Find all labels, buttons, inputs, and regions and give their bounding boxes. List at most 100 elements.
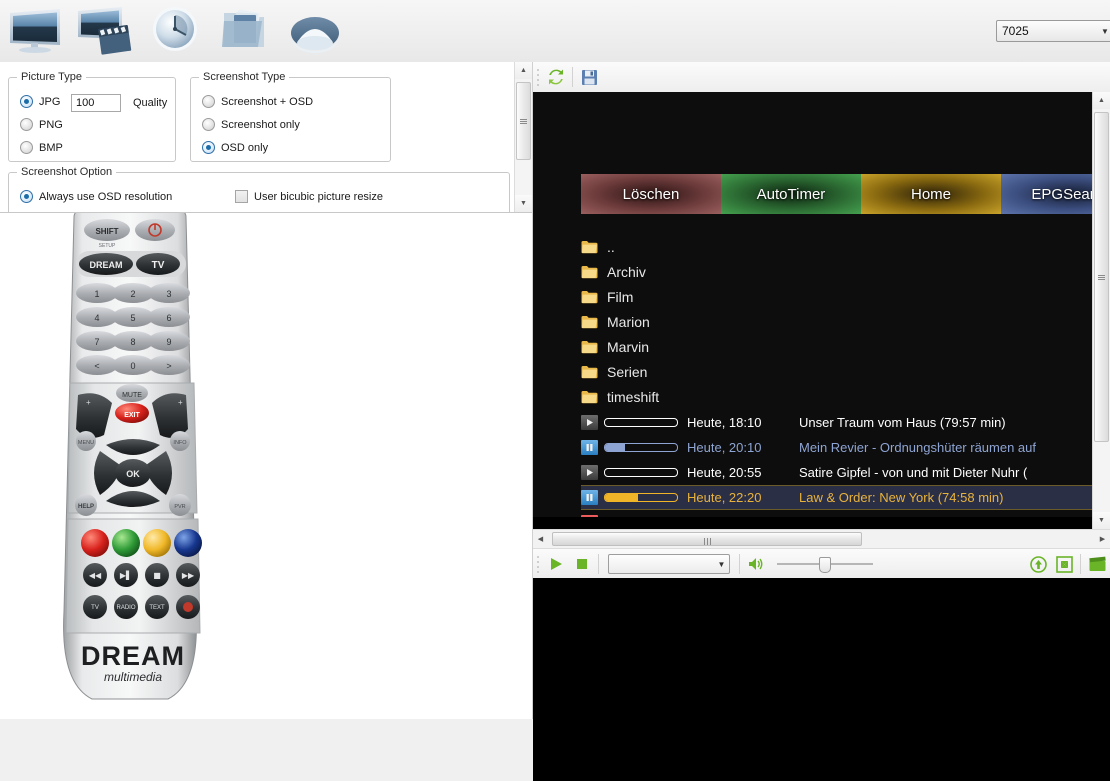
radio-jpg[interactable]: JPG xyxy=(20,95,60,108)
quality-input[interactable] xyxy=(71,94,121,112)
timer-title: Mein Revier - Ordnungshüter räumen auf xyxy=(799,440,1037,455)
scroll-up-arrow[interactable]: ▲ xyxy=(515,62,532,79)
satellite-dome-icon[interactable] xyxy=(284,3,346,59)
svg-text:HELP: HELP xyxy=(78,504,94,510)
radio-screenshot-only[interactable]: Screenshot only xyxy=(202,118,300,131)
folder-files-icon[interactable] xyxy=(214,3,276,59)
folder-icon xyxy=(581,390,598,403)
radio-png[interactable]: PNG xyxy=(20,118,63,131)
osd-folder-row[interactable]: timeshift xyxy=(581,384,1093,409)
osd-folder-row[interactable]: Serien xyxy=(581,359,1093,384)
svg-text:9: 9 xyxy=(166,337,171,347)
picture-type-group: Picture Type JPG Quality PNG BMP xyxy=(8,71,176,162)
radio-bmp-label: BMP xyxy=(39,141,63,154)
tv-icon[interactable] xyxy=(4,3,66,59)
volume-slider[interactable] xyxy=(777,554,873,574)
radio-always-osd-resolution[interactable]: Always use OSD resolution xyxy=(20,190,172,203)
osd-hscrollbar-thumb[interactable] xyxy=(552,532,862,546)
osd-button-home[interactable]: Home xyxy=(861,174,1001,214)
osd-timer-row[interactable]: nimmt auf...24 Stunden - 24 Stunden (0:0… xyxy=(581,510,1093,517)
fullscreen-icon[interactable] xyxy=(1051,552,1077,576)
movie-clapper-icon[interactable] xyxy=(1084,552,1110,576)
volume-icon[interactable] xyxy=(743,552,769,576)
folder-icon xyxy=(581,240,598,253)
osd-scrollbar-thumb[interactable] xyxy=(1094,112,1109,442)
volume-slider-thumb[interactable] xyxy=(819,557,831,573)
svg-text:RADIO: RADIO xyxy=(116,605,135,611)
options-vertical-scrollbar[interactable]: ▲ ▼ xyxy=(514,62,532,212)
radio-osd-only-label: OSD only xyxy=(221,141,269,154)
svg-text:0: 0 xyxy=(130,361,135,371)
timer-time: Heute, 20:55 xyxy=(687,465,762,480)
media-separator-3 xyxy=(1080,554,1081,574)
checkbox-bicubic-resize[interactable]: User bicubic picture resize xyxy=(235,190,383,203)
osd-folder-row[interactable]: Marion xyxy=(581,309,1093,334)
osd-folder-row[interactable]: Film xyxy=(581,284,1093,309)
osd-vertical-scrollbar[interactable]: ▲ ▼ xyxy=(1092,92,1110,529)
osd-folder-row[interactable]: .. xyxy=(581,234,1093,259)
svg-text:3: 3 xyxy=(166,289,171,299)
stop-button[interactable] xyxy=(569,552,595,576)
timer-title: Satire Gipfel - von und mit Dieter Nuhr … xyxy=(799,465,1028,480)
osd-timer-row[interactable]: Heute, 22:20 Law & Order: New York (74:58… xyxy=(581,485,1093,510)
svg-text:8: 8 xyxy=(130,337,135,347)
timer-time: nimmt auf... xyxy=(687,515,799,517)
timer-title: Law & Order: New York (74:58 min) xyxy=(799,490,1004,505)
timer-title: 24 Stunden - 24 Stunden (0:04 min) xyxy=(799,515,1006,517)
radio-screenshot-only-label: Screenshot only xyxy=(221,118,300,131)
video-output-area[interactable] xyxy=(533,578,1110,781)
osd-hscroll-track[interactable] xyxy=(548,531,1095,547)
osd-preview[interactable]: Löschen AutoTimer Home EPGSearch .. Archi… xyxy=(533,92,1110,529)
radio-bmp[interactable]: BMP xyxy=(20,141,63,154)
osd-folder-label: Marvin xyxy=(607,338,650,355)
scroll-down-arrow[interactable]: ▼ xyxy=(515,195,532,212)
source-select[interactable]: ▼ xyxy=(608,554,730,574)
osd-screen: Löschen AutoTimer Home EPGSearch .. Archi… xyxy=(533,92,1093,517)
options-scrollbar-thumb[interactable] xyxy=(516,82,531,160)
remote-control-image[interactable]: SHIFT SETUP DREAM TV 1 2 3 4 5 6 7 8 9 <… xyxy=(0,213,532,719)
osd-timer-row[interactable]: Heute, 20:55 Satire Gipfel - von und mit … xyxy=(581,460,1093,485)
timer-state-icon xyxy=(581,465,598,480)
toolbar-separator xyxy=(572,67,573,87)
chevron-down-icon: ▼ xyxy=(717,559,726,569)
radio-osd-only-indicator xyxy=(202,141,215,154)
radio-screenshot-osd-indicator xyxy=(202,95,215,108)
media-separator-1 xyxy=(598,554,599,574)
osd-timer-row[interactable]: Heute, 20:10 Mein Revier - Ordnungshüter … xyxy=(581,435,1093,460)
osd-folder-row[interactable]: Archiv xyxy=(581,259,1093,284)
svg-text:6: 6 xyxy=(166,313,171,323)
osd-color-button-bar: Löschen AutoTimer Home EPGSearch xyxy=(581,174,1093,214)
radio-osd-only[interactable]: OSD only xyxy=(202,141,268,154)
upload-icon[interactable] xyxy=(1025,552,1051,576)
refresh-icon[interactable] xyxy=(543,65,569,89)
osd-scroll-right-arrow[interactable]: ▶ xyxy=(1095,531,1110,547)
osd-button-loeschen[interactable]: Löschen xyxy=(581,174,721,214)
timer-title: Unser Traum vom Haus (79:57 min) xyxy=(799,415,1006,430)
osd-folder-row[interactable]: Marvin xyxy=(581,334,1093,359)
radio-screenshot-osd-label: Screenshot + OSD xyxy=(221,95,314,108)
drag-handle-icon[interactable] xyxy=(536,554,543,574)
svg-text:4: 4 xyxy=(94,313,99,323)
svg-text:multimedia: multimedia xyxy=(104,670,162,684)
radio-screenshot-osd[interactable]: Screenshot + OSD xyxy=(202,95,313,108)
drag-handle-icon[interactable] xyxy=(536,67,543,87)
osd-scroll-down-arrow[interactable]: ▼ xyxy=(1093,512,1110,529)
radio-jpg-indicator xyxy=(20,95,33,108)
osd-button-epgsearch[interactable]: EPGSearch xyxy=(1001,174,1093,214)
osd-toolbar xyxy=(533,62,1110,93)
main-toolbar: 7025 ▼ xyxy=(0,0,1110,63)
checkbox-bicubic-resize-label: User bicubic picture resize xyxy=(254,190,383,203)
play-button[interactable] xyxy=(543,552,569,576)
channel-select[interactable]: 7025 ▼ xyxy=(996,20,1110,42)
osd-button-autotimer[interactable]: AutoTimer xyxy=(721,174,861,214)
osd-scroll-left-arrow[interactable]: ◀ xyxy=(533,531,548,547)
timer-progress-bar xyxy=(604,418,678,427)
svg-text:PVR: PVR xyxy=(174,504,185,510)
save-icon[interactable] xyxy=(576,65,602,89)
osd-scroll-up-arrow[interactable]: ▲ xyxy=(1093,92,1110,109)
svg-text:2: 2 xyxy=(130,289,135,299)
osd-timer-row[interactable]: Heute, 18:10 Unser Traum vom Haus (79:57 … xyxy=(581,410,1093,435)
clock-timer-icon[interactable] xyxy=(144,3,206,59)
tv-movie-icon[interactable] xyxy=(74,3,136,59)
osd-horizontal-scrollbar[interactable]: ◀ ▶ xyxy=(533,529,1110,548)
